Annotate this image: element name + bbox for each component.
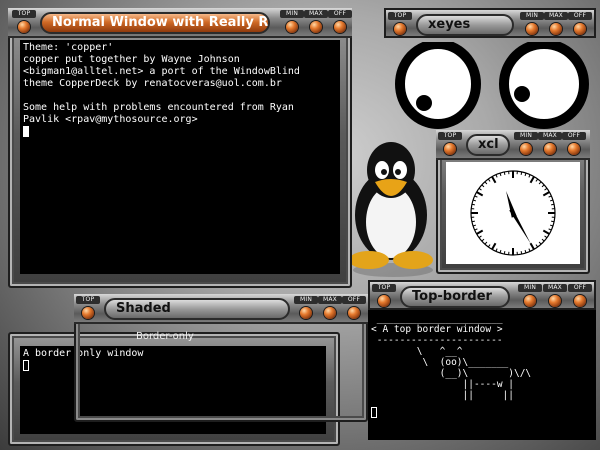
window-title[interactable]: Normal Window with Really Re [40,12,270,34]
minimize-icon [524,295,536,307]
terminal-line: <bigman1@alltel.net> a port of the Windo… [23,66,300,77]
maximize-icon [550,23,562,35]
maximize-button[interactable]: MAX [538,132,562,158]
maximize-icon [549,295,561,307]
close-button[interactable]: OFF [568,284,592,310]
xeyes-window: TOP xeyes MIN MAX OFF [384,8,596,132]
main-terminal-window: TOP Normal Window with Really Re MIN MAX… [8,8,352,288]
terminal-line: ______________________ [371,313,503,324]
titlebar[interactable]: TOP Top-border MIN MAX OFF [368,280,596,310]
top-button-icon [378,295,390,307]
titlebar[interactable]: TOP xeyes MIN MAX OFF [384,8,596,38]
top-button[interactable]: TOP [76,296,100,322]
minimize-icon [520,143,532,155]
maximize-icon [310,21,322,33]
titlebar[interactable]: TOP xcl MIN MAX OFF [436,130,590,160]
analog-clock [470,170,556,256]
clock-minute-tick [520,171,523,175]
minimize-button[interactable]: MIN [294,296,318,322]
terminal-line: || || [371,390,515,401]
terminal-line: copper put together by Wayne Johnson [23,54,240,65]
maximize-icon [544,143,556,155]
clock-minute-tick [551,220,555,223]
clock-minute-tick [471,220,475,223]
terminal-line: (__)\ )\/\ [371,368,532,379]
clock-face [446,162,580,264]
terminal-line: Some help with problems encountered from… [23,102,294,113]
close-icon [334,21,346,33]
xeyes-eyes [395,42,589,129]
window-title[interactable]: Shaded [104,298,290,320]
titlebar[interactable]: TOP Shaded MIN MAX OFF [74,294,368,324]
minimize-icon [526,23,538,35]
maximize-button[interactable]: MAX [318,296,342,322]
text-cursor [23,126,29,137]
close-icon [348,307,360,319]
terminal-output[interactable]: Theme: 'copper' copper put together by Wa… [20,40,340,274]
close-button[interactable]: OFF [562,132,586,158]
shaded-window: TOP Shaded MIN MAX OFF [74,294,368,422]
terminal-line: < A top border window > [371,324,503,335]
text-cursor [23,360,29,371]
top-button-icon [444,143,456,155]
terminal-line: theme CopperDeck by renatocveras@uol.com… [23,78,282,89]
top-border-window: TOP Top-border MIN MAX OFF _____________… [368,280,596,440]
terminal-line: Theme: 'copper' [23,42,114,53]
clock-minute-tick [503,171,506,175]
top-button-icon [18,21,30,33]
minimize-icon [300,307,312,319]
tux-penguin-logo [349,142,433,277]
maximize-icon [324,307,336,319]
terminal-line: \ (oo)\_______ [371,357,509,368]
top-button-icon [394,23,406,35]
top-button[interactable]: TOP [388,12,412,38]
maximize-button[interactable]: MAX [543,284,567,310]
close-icon [574,23,586,35]
terminal-line: Pavlik <rpav@mythosource.org> [23,114,198,125]
minimize-button[interactable]: MIN [518,284,542,310]
maximize-button[interactable]: MAX [304,10,328,36]
xclock-window: TOP xcl MIN MAX OFF [436,130,590,274]
minimize-icon [286,21,298,33]
clock-minute-tick [471,203,475,206]
top-button-icon [82,307,94,319]
close-button[interactable]: OFF [328,10,352,36]
terminal-output[interactable]: ______________________ < A top border win… [368,310,596,440]
window-title[interactable]: Top-border [400,286,510,308]
clock-minute-tick [520,251,523,255]
minimize-button[interactable]: MIN [520,12,544,38]
clock-minute-tick [551,203,555,206]
close-icon [568,143,580,155]
window-title[interactable]: xcl [466,134,510,156]
titlebar[interactable]: TOP Normal Window with Really Re MIN MAX… [8,8,352,38]
maximize-button[interactable]: MAX [544,12,568,38]
window-title[interactable]: xeyes [416,14,514,36]
top-button[interactable]: TOP [438,132,462,158]
clock-minute-tick [503,251,506,255]
close-button[interactable]: OFF [342,296,366,322]
terminal-line: ---------------------- [371,335,503,346]
close-button[interactable]: OFF [568,12,592,38]
terminal-line: ||----w | [371,379,515,390]
minimize-button[interactable]: MIN [514,132,538,158]
top-button[interactable]: TOP [12,10,36,36]
text-cursor [371,407,377,418]
top-button[interactable]: TOP [372,284,396,310]
terminal-line: \ ^__^ [371,346,463,357]
minimize-button[interactable]: MIN [280,10,304,36]
close-icon [574,295,586,307]
